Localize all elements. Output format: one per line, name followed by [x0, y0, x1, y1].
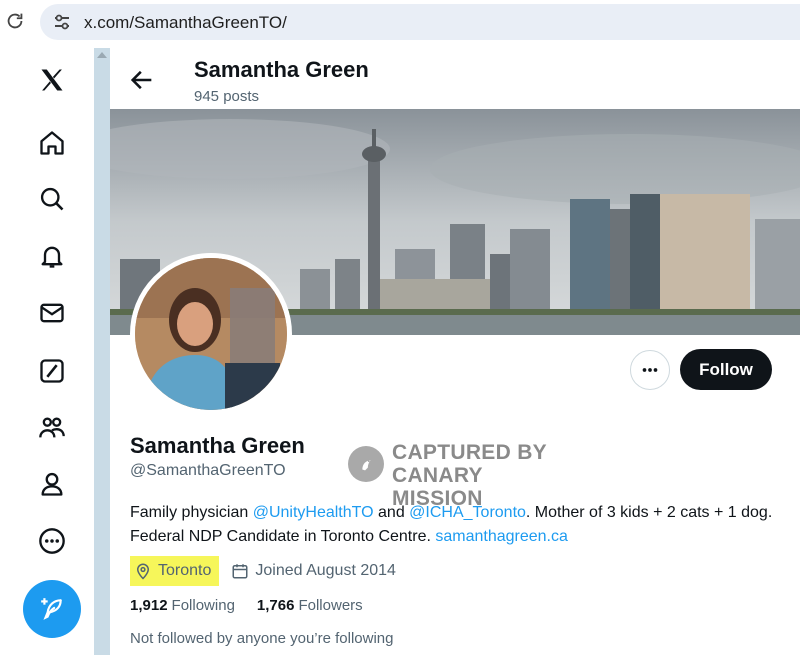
- profile-main: Samantha Green 945 posts Follow Samantha…: [110, 48, 800, 655]
- following-count: 1,912: [130, 597, 168, 614]
- header-name: Samantha Green: [194, 57, 369, 82]
- scrollbar[interactable]: [94, 48, 110, 655]
- bio-text: Family physician: [130, 504, 253, 521]
- followers-label: Followers: [298, 597, 363, 614]
- profile-icon[interactable]: [34, 466, 70, 502]
- canary-logo-icon: [348, 446, 384, 482]
- more-dots-icon: [642, 368, 658, 372]
- feather-plus-icon: [41, 598, 62, 620]
- grok-icon[interactable]: [34, 353, 70, 389]
- watermark-line-1: CAPTURED BY: [392, 441, 547, 464]
- following-link[interactable]: 1,912 Following: [130, 597, 235, 614]
- mention-link[interactable]: @UnityHealthTO: [253, 504, 374, 521]
- calendar-icon: [232, 564, 248, 579]
- avatar[interactable]: [130, 253, 292, 415]
- header-post-count: 945 posts: [194, 88, 260, 105]
- x-logo-icon[interactable]: [34, 62, 70, 98]
- reload-icon[interactable]: [4, 10, 26, 32]
- profile-bio: Family physician @UnityHealthTO and @ICH…: [130, 501, 780, 549]
- search-icon[interactable]: [34, 181, 70, 217]
- url-text[interactable]: x.com/SamanthaGreenTO/: [84, 13, 287, 33]
- profile-meta: Toronto Joined August 2014: [130, 556, 396, 586]
- follow-stats: 1,912 Following 1,766 Followers: [130, 597, 385, 614]
- more-circle-icon[interactable]: [34, 523, 70, 559]
- more-options-button[interactable]: [630, 350, 670, 390]
- joined-text: Joined August 2014: [255, 562, 396, 579]
- location-pin-icon: [136, 563, 150, 580]
- profile-name: Samantha Green: [130, 433, 305, 458]
- compose-post-button[interactable]: [23, 580, 81, 638]
- notifications-bell-icon[interactable]: [34, 238, 70, 274]
- communities-icon[interactable]: [34, 410, 70, 446]
- watermark: CAPTURED BY CANARY MISSION: [348, 440, 578, 510]
- browser-toolbar: x.com/SamanthaGreenTO/: [0, 0, 800, 44]
- profile-handle: @SamanthaGreenTO: [130, 462, 286, 479]
- not-followed-notice: Not followed by anyone you’re following: [130, 630, 394, 647]
- joined-date: Joined August 2014: [231, 562, 396, 580]
- left-nav: [0, 48, 94, 655]
- messages-envelope-icon[interactable]: [34, 295, 70, 331]
- bio-text: and: [373, 504, 410, 521]
- followers-link[interactable]: 1,766 Followers: [257, 597, 363, 614]
- back-arrow-icon[interactable]: [128, 66, 156, 94]
- following-label: Following: [171, 597, 235, 614]
- followers-count: 1,766: [256, 597, 295, 614]
- address-bar[interactable]: x.com/SamanthaGreenTO/: [40, 4, 800, 40]
- website-link[interactable]: samanthagreen.ca: [435, 528, 568, 545]
- location: Toronto: [130, 556, 220, 586]
- follow-button[interactable]: Follow: [680, 349, 772, 390]
- home-icon[interactable]: [34, 125, 70, 161]
- mention-link[interactable]: @ICHA_Toronto: [409, 504, 526, 521]
- location-text: Toronto: [158, 562, 212, 579]
- site-info-icon[interactable]: [52, 12, 72, 32]
- scroll-up-arrow-icon[interactable]: [97, 52, 107, 58]
